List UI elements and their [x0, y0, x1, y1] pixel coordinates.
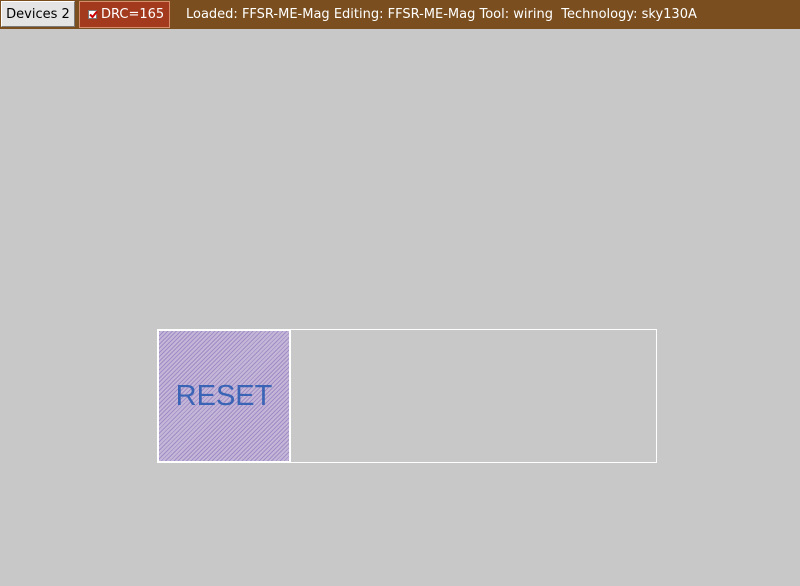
layout-canvas[interactable]: RESET: [0, 29, 800, 586]
top-toolbar: Devices 2 DRC=165 Loaded: FFSR-ME-Mag Ed…: [0, 0, 800, 29]
reset-pin-pad[interactable]: RESET: [157, 329, 291, 463]
drc-count-label: DRC=165: [101, 7, 165, 22]
status-technology: Technology: sky130A: [561, 7, 697, 22]
status-line: Loaded: FFSR-ME-Mag Editing: FFSR-ME-Mag…: [186, 0, 697, 29]
status-loaded: Loaded: FFSR-ME-Mag: [186, 7, 330, 22]
devices-button[interactable]: Devices 2: [1, 1, 75, 27]
reset-pin-label: RESET: [175, 379, 273, 412]
status-editing: Editing: FFSR-ME-Mag: [333, 7, 476, 22]
status-tool: Tool: wiring: [479, 7, 553, 22]
checkbox-checked-icon[interactable]: [88, 10, 98, 19]
drc-toggle[interactable]: DRC=165: [79, 1, 170, 28]
